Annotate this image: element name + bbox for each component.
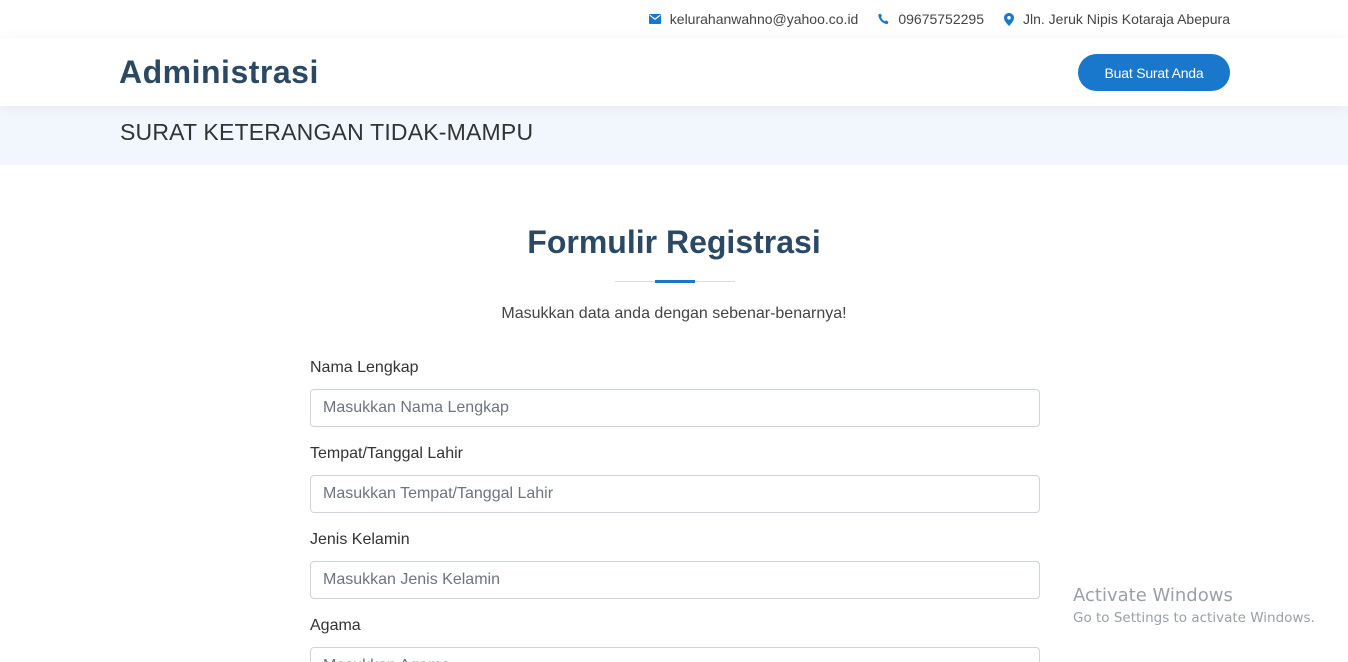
contact-phone: 09675752295 <box>878 11 984 27</box>
contact-list: kelurahanwahno@yahoo.co.id 09675752295 J… <box>648 11 1230 27</box>
site-logo[interactable]: Administrasi <box>119 54 319 91</box>
contact-address-text: Jln. Jeruk Nipis Kotaraja Abepura <box>1023 11 1230 27</box>
site-header: Administrasi Buat Surat Anda <box>0 38 1348 106</box>
watermark-title: Activate Windows <box>1073 585 1233 606</box>
religion-input[interactable] <box>310 647 1040 662</box>
create-letter-button[interactable]: Buat Surat Anda <box>1078 54 1230 91</box>
page-title: SURAT KETERANGAN TIDAK-MAMPU <box>120 119 534 145</box>
gender-label: Jenis Kelamin <box>310 531 410 548</box>
activate-windows-watermark: Activate Windows Go to Settings to activ… <box>1073 585 1315 626</box>
contact-address: Jln. Jeruk Nipis Kotaraja Abepura <box>1004 11 1230 27</box>
gender-input[interactable] <box>310 561 1040 599</box>
birth-place-date-input[interactable] <box>310 475 1040 513</box>
contact-phone-text[interactable]: 09675752295 <box>898 11 984 27</box>
religion-label: Agama <box>310 617 361 634</box>
full-name-label: Nama Lengkap <box>310 359 419 376</box>
birth-place-date-label: Tempat/Tanggal Lahir <box>310 445 463 462</box>
contact-bar: kelurahanwahno@yahoo.co.id 09675752295 J… <box>0 0 1348 38</box>
contact-email-text[interactable]: kelurahanwahno@yahoo.co.id <box>670 11 859 27</box>
form-title: Formulir Registrasi <box>527 224 821 260</box>
map-marker-icon <box>1004 12 1014 26</box>
title-divider-accent <box>655 280 695 283</box>
watermark-subtitle: Go to Settings to activate Windows. <box>1073 610 1315 626</box>
contact-email: kelurahanwahno@yahoo.co.id <box>648 11 859 27</box>
form-subtitle: Masukkan data anda dengan sebenar-benarn… <box>501 305 847 322</box>
envelope-icon <box>648 14 661 24</box>
breadcrumb: SURAT KETERANGAN TIDAK-MAMPU <box>0 106 1348 165</box>
full-name-input[interactable] <box>310 389 1040 427</box>
phone-icon <box>878 13 889 25</box>
page: kelurahanwahno@yahoo.co.id 09675752295 J… <box>0 0 1348 662</box>
